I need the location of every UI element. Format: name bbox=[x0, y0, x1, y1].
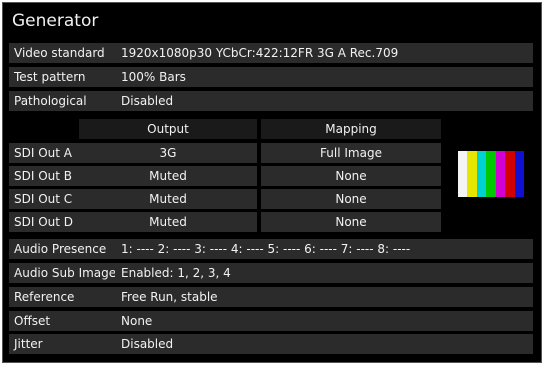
sdi-out-b-output[interactable]: Muted bbox=[79, 166, 257, 186]
sdi-out-c-output[interactable]: Muted bbox=[79, 189, 257, 209]
audio-presence-label: Audio Presence bbox=[9, 239, 116, 259]
sdi-out-d-label: SDI Out D bbox=[9, 212, 80, 232]
reference-label: Reference bbox=[9, 287, 116, 307]
audio-sub-images-label: Audio Sub Images bbox=[9, 263, 116, 283]
color-bar-stripe bbox=[505, 151, 515, 197]
offset-label: Offset bbox=[9, 311, 116, 331]
sdi-out-a-label: SDI Out A bbox=[9, 143, 80, 163]
jitter-label: Jitter bbox=[9, 334, 116, 354]
offset-value[interactable]: None bbox=[115, 311, 533, 331]
mapping-column-header: Mapping bbox=[261, 119, 441, 139]
video-standard-label: Video standard bbox=[9, 43, 116, 63]
reference-value[interactable]: Free Run, stable bbox=[115, 287, 533, 307]
sdi-out-b-label: SDI Out B bbox=[9, 166, 80, 186]
sdi-out-a-mapping[interactable]: Full Image bbox=[261, 143, 441, 163]
color-bars-preview bbox=[458, 151, 524, 197]
test-pattern-value[interactable]: 100% Bars bbox=[115, 67, 533, 87]
color-bar-stripe bbox=[476, 151, 487, 197]
sdi-out-b-mapping[interactable]: None bbox=[261, 166, 441, 186]
output-column-header: Output bbox=[79, 119, 257, 139]
audio-presence-value[interactable]: 1: ---- 2: ---- 3: ---- 4: ---- 5: ---- … bbox=[115, 239, 533, 259]
video-standard-value[interactable]: 1920x1080p30 YCbCr:422:12FR 3G A Rec.709 bbox=[115, 43, 533, 63]
color-bar-stripe bbox=[514, 151, 524, 197]
pathological-label: Pathological bbox=[9, 91, 116, 111]
jitter-value[interactable]: Disabled bbox=[115, 334, 533, 354]
audio-sub-images-value[interactable]: Enabled: 1, 2, 3, 4 bbox=[115, 263, 533, 283]
color-bar-stripe bbox=[458, 151, 468, 197]
color-bar-stripe bbox=[495, 151, 506, 197]
test-pattern-label: Test pattern bbox=[9, 67, 116, 87]
sdi-out-c-label: SDI Out C bbox=[9, 189, 80, 209]
sdi-out-a-output[interactable]: 3G bbox=[79, 143, 257, 163]
color-bar-stripe bbox=[486, 151, 496, 197]
generator-panel: Generator Video standard 1920x1080p30 YC… bbox=[2, 2, 542, 363]
sdi-out-c-mapping[interactable]: None bbox=[261, 189, 441, 209]
color-bar-stripe bbox=[467, 151, 477, 197]
pathological-value[interactable]: Disabled bbox=[115, 91, 533, 111]
sdi-out-d-mapping[interactable]: None bbox=[261, 212, 441, 232]
panel-title: Generator bbox=[12, 11, 99, 31]
sdi-out-d-output[interactable]: Muted bbox=[79, 212, 257, 232]
